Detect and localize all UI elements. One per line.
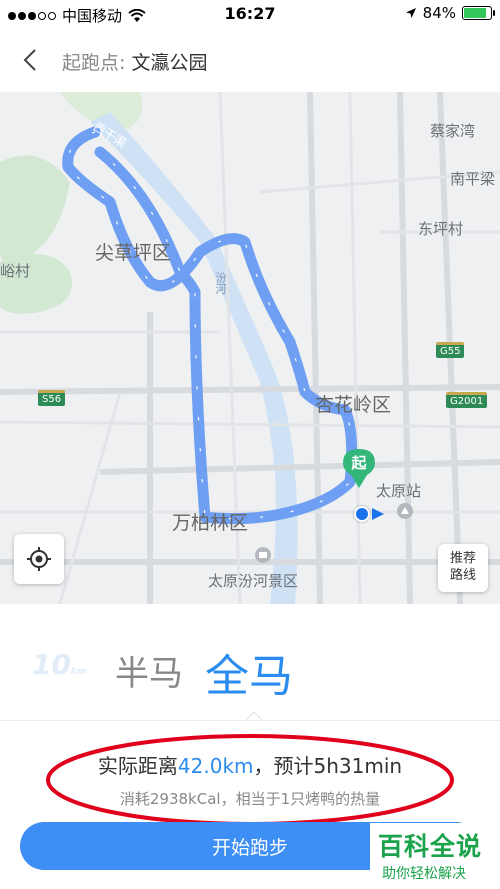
tab-full-marathon[interactable]: 全马: [205, 640, 293, 704]
tab-10k[interactable]: 10km: [32, 648, 86, 681]
highway-shield: G2001: [446, 392, 488, 408]
tab-indicator: [246, 712, 262, 720]
highway-shield: S56: [38, 390, 66, 406]
back-button[interactable]: [16, 44, 44, 76]
page-title: 起跑点: 文瀛公园: [62, 48, 207, 75]
nav-bar: 起跑点: 文瀛公园: [0, 28, 500, 92]
battery-icon: [462, 6, 495, 20]
station-icon: [397, 503, 413, 519]
highway-shield: G55: [436, 342, 465, 358]
current-location-dot: [354, 506, 370, 522]
locate-me-button[interactable]: [14, 534, 64, 584]
crosshair-icon: [27, 547, 51, 571]
battery-percent: 84%: [422, 4, 456, 22]
map-label: 蔡家湾: [430, 122, 476, 140]
watermark-logo: 百科全说 助你轻松解决: [370, 823, 500, 889]
map-label: 尖草坪区: [95, 242, 172, 264]
bottom-panel: 10km 半马 全马 实际距离42.0km，预计5h31min 消耗2938kC…: [0, 604, 500, 889]
tab-half-marathon[interactable]: 半马: [115, 646, 183, 695]
map-label: 杏花岭区: [315, 394, 392, 416]
route-button-line1: 推荐: [449, 551, 476, 566]
map-view[interactable]: 蔡家湾 南平梁 东坪村 尖草坪区 峪村 杏花岭区 太原站 万柏林区 太原汾河景区…: [0, 92, 500, 604]
recommended-route-button[interactable]: 推荐 路线: [438, 544, 488, 592]
route-button-line2: 路线: [449, 568, 476, 583]
map-label: 万柏林区: [172, 512, 249, 534]
chevron-left-icon: [23, 49, 36, 71]
watermark-title: 百科全说: [378, 832, 483, 861]
distance-tabs: 10km 半马 全马: [0, 634, 500, 702]
map-base: [0, 92, 500, 604]
map-label: 东坪村: [418, 220, 464, 238]
divider: [0, 720, 500, 721]
watermark-subtitle: 助你轻松解决: [382, 866, 466, 882]
river-label: 汾河: [214, 272, 227, 294]
heading-arrow-icon: [372, 508, 384, 520]
start-marker[interactable]: 起: [342, 448, 376, 488]
start-point-name: 文瀛公园: [131, 52, 208, 74]
tab-10k-value: 10: [32, 648, 71, 681]
scenic-icon: [255, 547, 271, 563]
location-arrow-icon: [405, 8, 416, 18]
tab-10k-unit: km: [70, 667, 87, 677]
annotation-ellipse: [46, 734, 454, 826]
status-bar: 中国移动 16:27 84%: [0, 0, 500, 28]
map-label: 峪村: [0, 262, 31, 280]
map-label: 太原汾河景区: [208, 572, 299, 590]
start-marker-label: 起: [351, 454, 367, 472]
start-point-label: 起跑点:: [62, 52, 126, 74]
map-label: 南平梁: [450, 170, 496, 188]
map-label: 太原站: [376, 482, 422, 500]
